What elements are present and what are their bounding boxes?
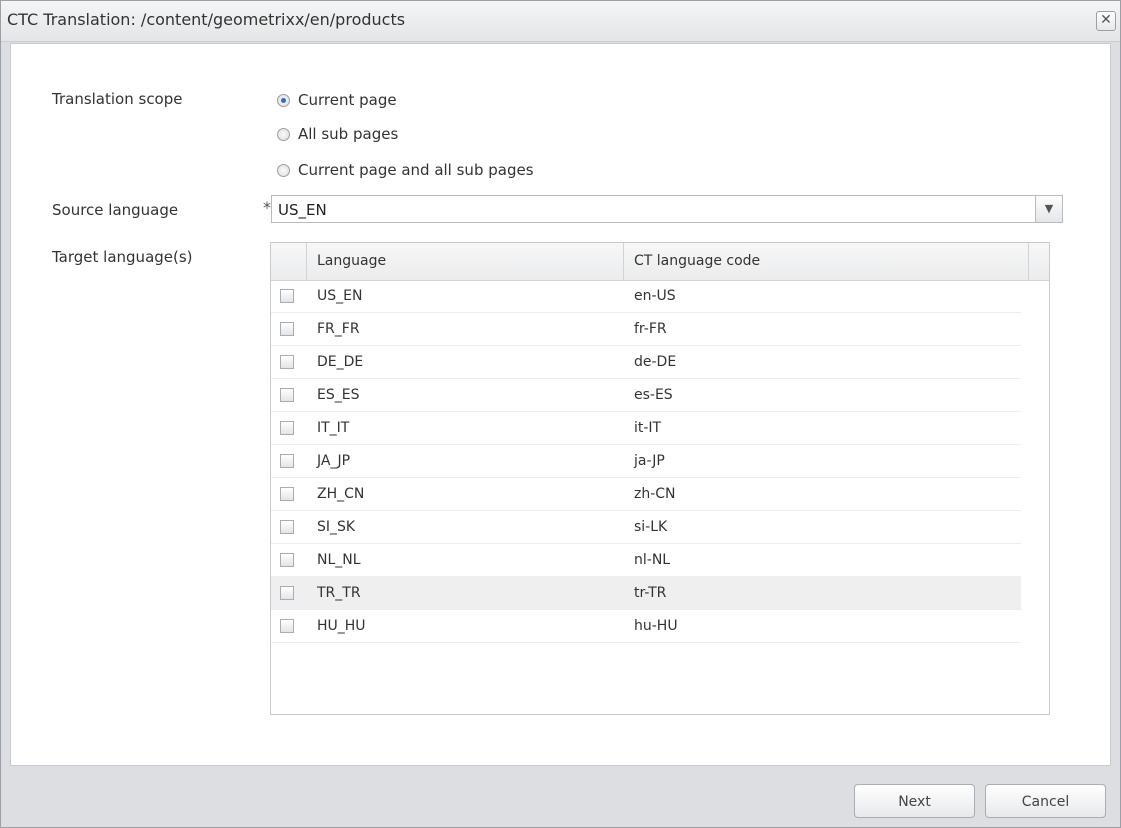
next-button[interactable]: Next xyxy=(854,784,975,818)
language-cell: ES_ES xyxy=(317,387,360,403)
close-icon[interactable]: ✕ xyxy=(1096,11,1116,31)
language-cell: SI_SK xyxy=(317,519,356,535)
language-cell: TR_TR xyxy=(317,585,361,601)
scope-option-label: All sub pages xyxy=(298,125,399,143)
target-languages-grid: Language CT language code US_EN en-US FR… xyxy=(270,242,1050,715)
header-ct-language-code[interactable]: CT language code xyxy=(624,243,1029,280)
translation-dialog: CTC Translation: /content/geometrixx/en/… xyxy=(0,0,1121,828)
table-row[interactable]: SI_SK si-LK xyxy=(271,511,1021,544)
row-checkbox[interactable] xyxy=(280,421,294,435)
dialog-title: CTC Translation: /content/geometrixx/en/… xyxy=(7,10,406,29)
scope-option-all-sub-pages[interactable]: All sub pages xyxy=(277,123,398,145)
table-row[interactable]: FR_FR fr-FR xyxy=(271,313,1021,346)
table-row[interactable]: ZH_CN zh-CN xyxy=(271,478,1021,511)
row-checkbox[interactable] xyxy=(280,586,294,600)
code-cell: es-ES xyxy=(634,387,673,403)
scope-option-current-page[interactable]: Current page xyxy=(277,89,397,111)
language-cell: JA_JP xyxy=(317,453,351,469)
row-checkbox[interactable] xyxy=(280,289,294,303)
grid-header: Language CT language code xyxy=(271,243,1049,281)
language-cell: DE_DE xyxy=(317,354,364,370)
row-checkbox[interactable] xyxy=(280,454,294,468)
code-cell: hu-HU xyxy=(634,618,678,634)
table-row[interactable]: JA_JP ja-JP xyxy=(271,445,1021,478)
row-checkbox[interactable] xyxy=(280,322,294,336)
code-cell: ja-JP xyxy=(634,453,665,469)
row-checkbox[interactable] xyxy=(280,520,294,534)
translation-scope-label: Translation scope xyxy=(52,90,183,108)
table-row[interactable]: IT_IT it-IT xyxy=(271,412,1021,445)
source-language-label: Source language xyxy=(52,201,179,219)
code-cell: nl-NL xyxy=(634,552,671,568)
language-cell: FR_FR xyxy=(317,321,360,337)
row-checkbox[interactable] xyxy=(280,619,294,633)
table-row[interactable]: NL_NL nl-NL xyxy=(271,544,1021,577)
source-language-value: US_EN xyxy=(278,201,327,219)
required-marker: * xyxy=(263,198,271,217)
language-cell: NL_NL xyxy=(317,552,361,568)
code-cell: tr-TR xyxy=(634,585,667,601)
row-checkbox[interactable] xyxy=(280,388,294,402)
dialog-body: Translation scope Current page All sub p… xyxy=(10,43,1111,766)
row-checkbox[interactable] xyxy=(280,553,294,567)
radio-unselected-icon[interactable] xyxy=(277,127,290,141)
row-checkbox[interactable] xyxy=(280,487,294,501)
table-row[interactable]: HU_HU hu-HU xyxy=(271,610,1021,643)
row-checkbox[interactable] xyxy=(280,355,294,369)
code-cell: de-DE xyxy=(634,354,677,370)
code-cell: it-IT xyxy=(634,420,662,436)
scope-option-label: Current page xyxy=(298,91,397,109)
table-row[interactable]: US_EN en-US xyxy=(271,280,1021,313)
code-cell: zh-CN xyxy=(634,486,676,502)
language-cell: ZH_CN xyxy=(317,486,365,502)
header-checkbox-column xyxy=(271,243,307,280)
language-cell: HU_HU xyxy=(317,618,366,634)
dialog-titlebar[interactable]: CTC Translation: /content/geometrixx/en/… xyxy=(1,1,1120,42)
target-languages-label: Target language(s) xyxy=(52,248,193,266)
cancel-button[interactable]: Cancel xyxy=(985,784,1106,818)
language-cell: US_EN xyxy=(317,288,363,304)
code-cell: fr-FR xyxy=(634,321,667,337)
code-cell: en-US xyxy=(634,288,676,304)
table-row[interactable]: DE_DE de-DE xyxy=(271,346,1021,379)
header-language[interactable]: Language xyxy=(307,243,624,280)
radio-unselected-icon[interactable] xyxy=(277,163,290,177)
chevron-down-icon[interactable]: ▼ xyxy=(1035,196,1062,222)
scope-option-label: Current page and all sub pages xyxy=(298,161,534,179)
radio-selected-icon[interactable] xyxy=(277,93,290,107)
scope-option-current-and-sub-pages[interactable]: Current page and all sub pages xyxy=(277,159,534,181)
language-cell: IT_IT xyxy=(317,420,350,436)
source-language-select[interactable]: US_EN ▼ xyxy=(271,195,1063,223)
code-cell: si-LK xyxy=(634,519,668,535)
table-row[interactable]: TR_TR tr-TR xyxy=(271,577,1021,610)
table-row[interactable]: ES_ES es-ES xyxy=(271,379,1021,412)
